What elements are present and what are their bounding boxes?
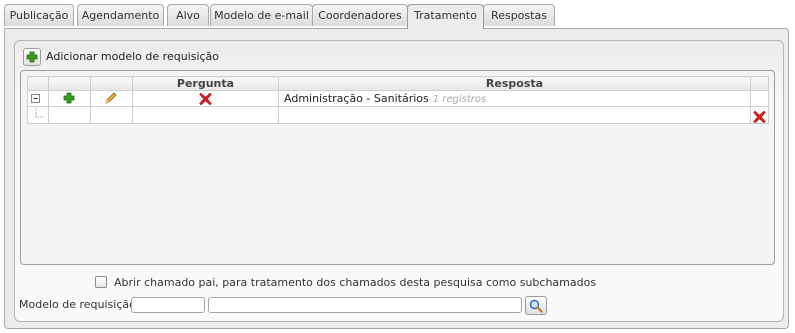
model-field-label: Modelo de requisição: bbox=[19, 298, 140, 311]
grid-header-actions bbox=[750, 76, 769, 91]
tab-publicacao[interactable]: Publicação bbox=[4, 4, 74, 26]
requisition-grid: Pergunta Resposta Administração - Sanitá… bbox=[20, 70, 775, 265]
response-text: Administração - Sanitários bbox=[284, 92, 429, 105]
pencil-icon[interactable] bbox=[104, 91, 118, 105]
tree-connector-icon bbox=[35, 107, 44, 117]
model-name-input[interactable] bbox=[208, 297, 522, 313]
tree-line-cell bbox=[27, 106, 49, 124]
tab-respostas[interactable]: Respostas bbox=[483, 4, 555, 26]
open-parent-label: Abrir chamado pai, para tratamento dos c… bbox=[114, 276, 597, 289]
magnifier-icon bbox=[529, 299, 543, 313]
empty-cell bbox=[90, 106, 133, 124]
tab-tratamento[interactable]: Tratamento bbox=[407, 4, 484, 29]
delete-icon[interactable] bbox=[753, 110, 766, 123]
grid-header-row: Pergunta Resposta bbox=[27, 76, 769, 91]
resposta-cell: Administração - Sanitários 1 registros bbox=[278, 90, 751, 107]
grid-header-expand bbox=[27, 76, 49, 91]
grid-header-edit bbox=[90, 76, 133, 91]
grid-header-pergunta: Pergunta bbox=[132, 76, 279, 91]
add-model-label: Adicionar modelo de requisição bbox=[46, 50, 220, 63]
expand-cell bbox=[27, 90, 49, 107]
empty-cell bbox=[132, 106, 279, 124]
empty-cell bbox=[48, 106, 91, 124]
grid-header-resposta: Resposta bbox=[278, 76, 751, 91]
pergunta-cell bbox=[132, 90, 279, 107]
actions-cell bbox=[750, 90, 769, 107]
collapse-icon[interactable] bbox=[31, 94, 42, 105]
search-model-button[interactable] bbox=[525, 296, 547, 315]
delete-icon[interactable] bbox=[199, 92, 212, 105]
open-parent-checkbox[interactable] bbox=[95, 276, 107, 288]
table-row bbox=[27, 106, 769, 124]
resposta-cell bbox=[278, 106, 751, 124]
table-row: Administração - Sanitários 1 registros bbox=[27, 90, 769, 107]
delete-cell bbox=[750, 106, 769, 124]
add-cell bbox=[48, 90, 91, 107]
tab-agendamento[interactable]: Agendamento bbox=[77, 4, 164, 26]
edit-cell bbox=[90, 90, 133, 107]
tab-coordenadores[interactable]: Coordenadores bbox=[312, 4, 408, 26]
tab-alvo[interactable]: Alvo bbox=[167, 4, 209, 26]
plus-icon[interactable] bbox=[63, 92, 75, 104]
grid-header-add bbox=[48, 76, 91, 91]
tab-modelo-email[interactable]: Modelo de e-mail bbox=[210, 4, 313, 26]
add-model-button[interactable] bbox=[23, 48, 41, 66]
grid-table: Pergunta Resposta Administração - Sanitá… bbox=[27, 76, 769, 124]
plus-icon bbox=[26, 51, 38, 63]
model-code-input[interactable] bbox=[131, 297, 205, 313]
response-count: 1 registros bbox=[432, 94, 487, 105]
